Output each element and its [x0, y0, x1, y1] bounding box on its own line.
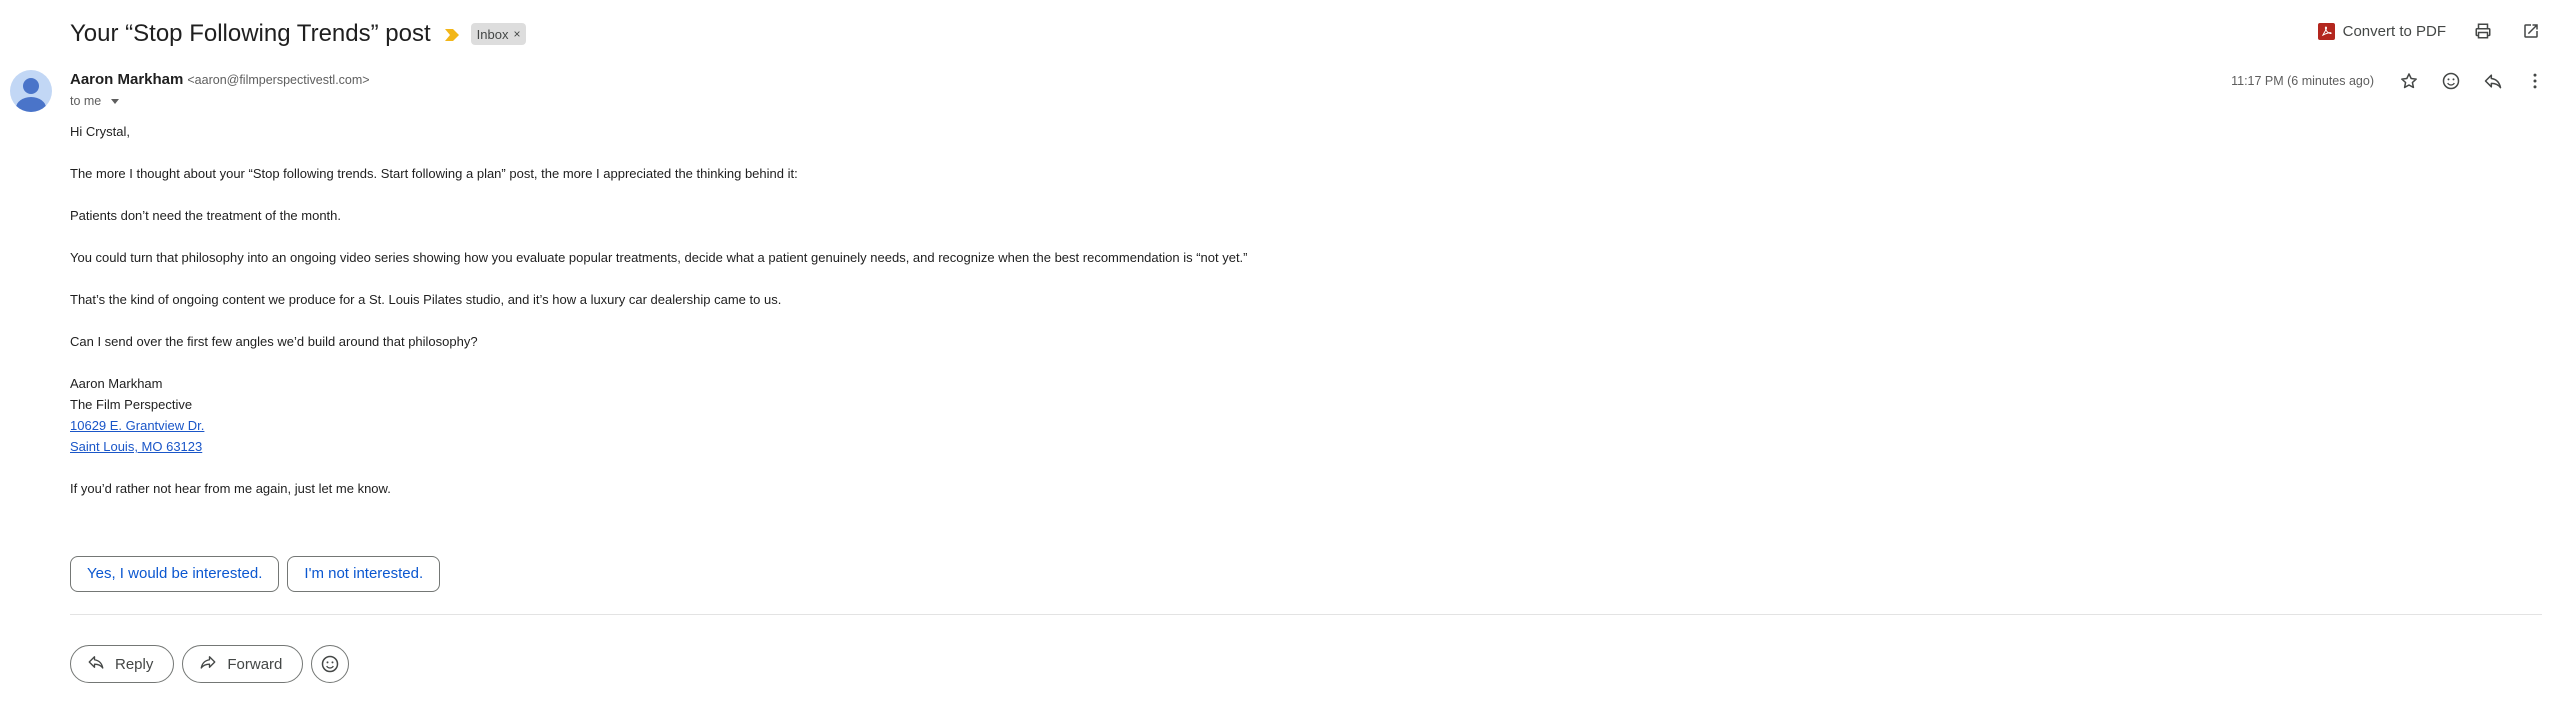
body-paragraph: The more I thought about your “Stop foll…	[70, 166, 798, 181]
top-actions: Convert to PDF	[2317, 20, 2542, 42]
convert-to-pdf-label: Convert to PDF	[2342, 22, 2446, 40]
smart-reply-no[interactable]: I'm not interested.	[287, 556, 441, 592]
forward-button[interactable]: Forward	[182, 645, 304, 683]
forward-icon	[199, 653, 217, 675]
reply-button[interactable]: Reply	[70, 645, 175, 683]
subject-row: Your “Stop Following Trends” post Inbox …	[70, 14, 527, 54]
emoji-icon	[322, 655, 339, 673]
avatar[interactable]	[10, 70, 52, 112]
reply-label: Reply	[115, 655, 154, 673]
signature-company: The Film Perspective	[70, 397, 193, 412]
body-paragraph: If you’d rather not hear from me again, …	[70, 481, 391, 496]
forward-label: Forward	[227, 655, 283, 673]
body-paragraph: Can I send over the first few angles we’…	[70, 334, 478, 349]
sender-name[interactable]: Aaron Markham	[70, 71, 183, 88]
star-icon[interactable]	[2398, 70, 2420, 92]
pdf-icon	[2317, 22, 2335, 40]
smart-replies: Yes, I would be interested. I'm not inte…	[70, 556, 441, 592]
chevron-down-icon[interactable]	[111, 98, 120, 104]
timestamp: 11:17 PM (6 minutes ago)	[2231, 74, 2374, 88]
message-meta: 11:17 PM (6 minutes ago)	[2231, 70, 2546, 92]
importance-marker-icon[interactable]	[444, 28, 459, 41]
more-vert-icon[interactable]	[2524, 70, 2546, 92]
sender-email: <aaron@filmperspectivestl.com>	[187, 73, 370, 87]
convert-to-pdf-button[interactable]: Convert to PDF	[2317, 22, 2446, 40]
signature-city-link[interactable]: Saint Louis, MO 63123	[70, 439, 202, 454]
sender-row: Aaron Markham <aaron@filmperspectivestl.…	[70, 71, 370, 88]
inbox-label-chip: Inbox ×	[470, 23, 527, 45]
email-subject: Your “Stop Following Trends” post	[70, 20, 431, 47]
add-reaction-button[interactable]	[311, 645, 350, 683]
divider	[70, 614, 2542, 615]
open-in-new-icon[interactable]	[2520, 20, 2542, 42]
smart-reply-yes[interactable]: Yes, I would be interested.	[70, 556, 280, 592]
signature-name: Aaron Markham	[70, 376, 163, 391]
emoji-icon[interactable]	[2440, 70, 2462, 92]
body-paragraph: That’s the kind of ongoing content we pr…	[70, 292, 782, 307]
recipient-row: to me	[70, 94, 120, 108]
body-paragraph: You could turn that philosophy into an o…	[70, 250, 1248, 265]
print-icon[interactable]	[2472, 20, 2494, 42]
signature-address-link[interactable]: 10629 E. Grantview Dr.	[70, 418, 204, 433]
body-greeting: Hi Crystal,	[70, 124, 130, 139]
reply-actions: Reply Forward	[70, 645, 350, 683]
email-body: Hi Crystal, The more I thought about you…	[70, 121, 2450, 499]
recipient-text: to me	[70, 94, 102, 108]
body-paragraph: Patients don’t need the treatment of the…	[70, 208, 342, 223]
email-view: Your “Stop Following Trends” post Inbox …	[0, 0, 2560, 724]
inbox-label-text: Inbox	[476, 26, 509, 42]
reply-icon	[87, 653, 105, 675]
remove-label-button[interactable]: ×	[513, 27, 520, 41]
reply-icon[interactable]	[2482, 70, 2504, 92]
